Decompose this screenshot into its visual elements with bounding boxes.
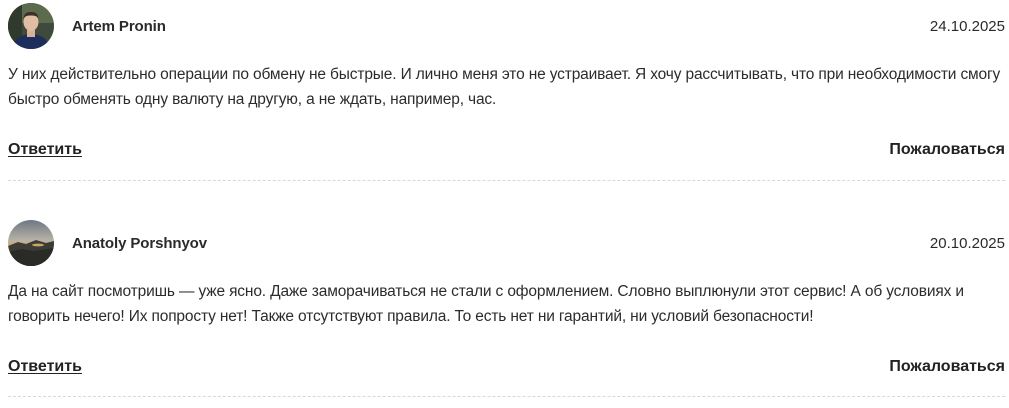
reply-link[interactable]: Ответить	[8, 358, 82, 376]
comment-date: 24.10.2025	[929, 18, 1005, 35]
comment-item: Anatoly Porshnyov 20.10.2025 Да на сайт …	[0, 217, 1009, 397]
report-link[interactable]: Пожаловаться	[889, 358, 1005, 376]
reply-link[interactable]: Ответить	[8, 141, 82, 159]
avatar	[8, 220, 54, 266]
comment-text: Да на сайт посмотришь — уже ясно. Даже з…	[8, 283, 964, 325]
comment-header: Artem Pronin 24.10.2025	[8, 3, 1005, 51]
landscape-photo-avatar-icon	[8, 220, 54, 266]
comments-list: Artem Pronin 24.10.2025 У них действител…	[0, 0, 1009, 408]
person-photo-avatar-icon	[8, 3, 54, 49]
comment-item: Artem Pronin 24.10.2025 У них действител…	[0, 0, 1009, 181]
comment-header: Anatoly Porshnyov 20.10.2025	[8, 220, 1005, 268]
comment-text: У них действительно операции по обмену н…	[8, 66, 1001, 108]
comment-author: Artem Pronin	[72, 18, 166, 35]
comment-author: Anatoly Porshnyov	[72, 235, 207, 252]
comment-divider	[8, 396, 1005, 397]
comment-date: 20.10.2025	[929, 235, 1005, 252]
comment-divider	[8, 180, 1005, 181]
report-link[interactable]: Пожаловаться	[889, 141, 1005, 159]
comment-actions: Ответить Пожаловаться	[8, 141, 1005, 163]
avatar	[8, 3, 54, 49]
comment-actions: Ответить Пожаловаться	[8, 358, 1005, 380]
